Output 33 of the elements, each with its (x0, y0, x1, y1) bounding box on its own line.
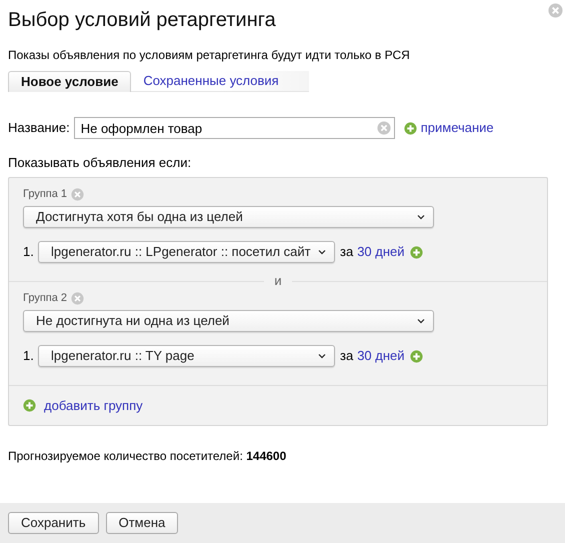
goal-number: 1. (23, 347, 35, 366)
add-icon[interactable] (410, 246, 423, 258)
period-label: за (340, 347, 354, 366)
notice-text: Показы объявления по условиям ретаргетинга будут идти только в РСЯ (8, 47, 411, 63)
group-title: Группа 1 (23, 187, 68, 202)
note-link[interactable]: примечание (420, 118, 494, 138)
close-icon[interactable] (548, 3, 563, 18)
field-label: Название: (8, 119, 70, 138)
add-icon[interactable] (410, 350, 423, 362)
dialog-button[interactable]: Сохранить (8, 512, 99, 534)
separator-text: и (273, 272, 283, 290)
dropdown[interactable]: Достигнута хотя бы одна из целей (23, 206, 434, 228)
dropdown[interactable]: lpgenerator.ru :: LPgenerator :: посетил сайт (38, 241, 335, 263)
add-group-link[interactable]: добавить группу (44, 396, 143, 416)
remove-icon[interactable] (71, 292, 84, 305)
tab[interactable]: Сохраненные условия (131, 71, 309, 92)
add-icon[interactable] (23, 399, 36, 412)
period-link[interactable]: 30 дней (357, 346, 405, 366)
dropdown[interactable]: Не достигнута ни одна из целей (23, 310, 434, 332)
dialog-title: Выбор условий ретаргетинга (8, 8, 276, 33)
period-link[interactable]: 30 дней (357, 242, 405, 262)
tab[interactable]: Новое условие (8, 71, 132, 92)
dialog-button[interactable]: Отмена (106, 512, 178, 534)
clear-icon[interactable] (376, 121, 391, 135)
period-label: за (340, 243, 354, 262)
section-heading: Показывать объявления если: (8, 155, 192, 171)
remove-icon[interactable] (71, 188, 84, 201)
group-title: Группа 2 (23, 291, 68, 306)
add-icon[interactable] (404, 122, 417, 134)
goal-number: 1. (23, 243, 35, 262)
dropdown[interactable]: lpgenerator.ru :: TY page (38, 345, 335, 367)
forecast-text: Прогнозируемое количество посетителей: 144600 (8, 448, 288, 464)
name-field[interactable]: Не оформлен товар (74, 117, 395, 139)
